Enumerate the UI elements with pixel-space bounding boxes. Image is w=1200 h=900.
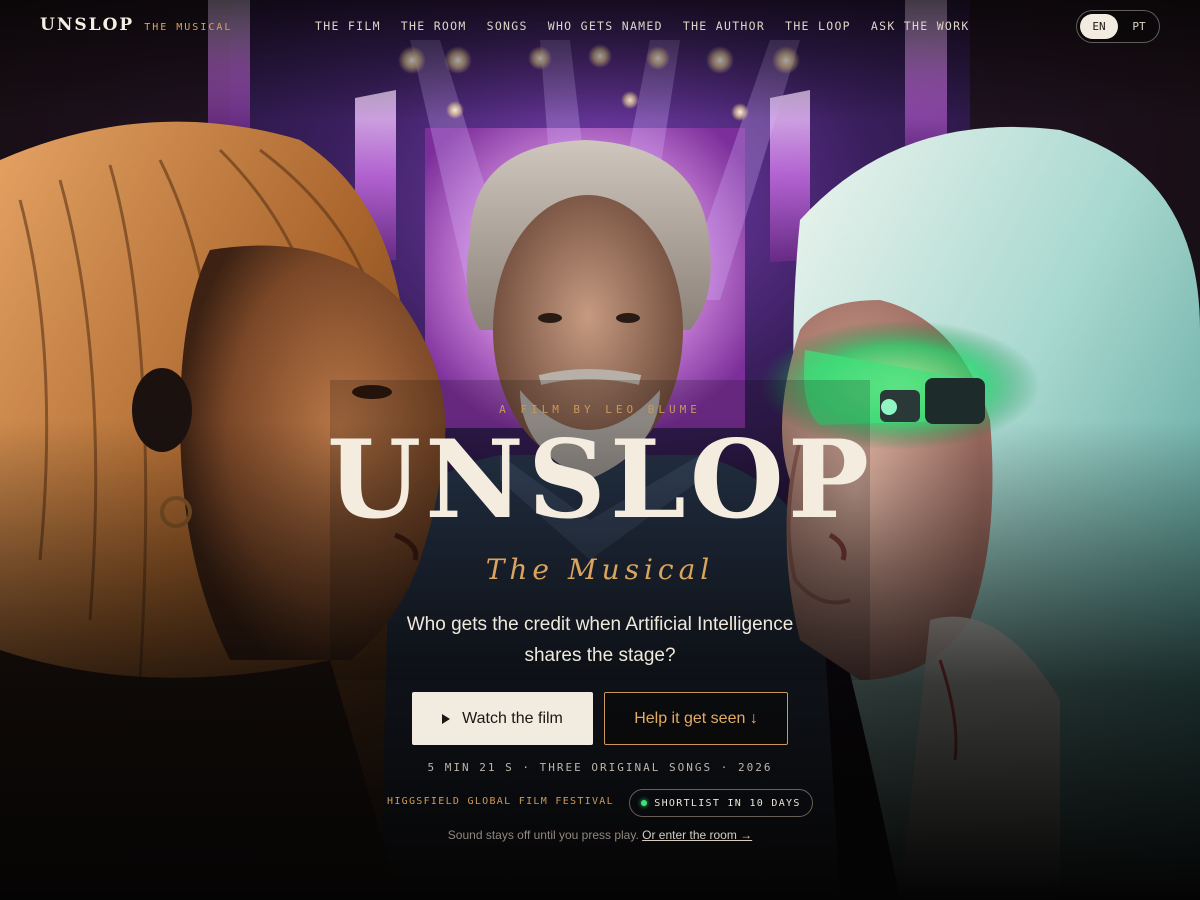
help-get-seen-button[interactable]: Help it get seen ↓	[604, 692, 788, 745]
sound-note-text: Sound stays off until you press play.	[447, 828, 639, 842]
hero-subtitle: The Musical	[485, 553, 715, 586]
live-dot-icon	[641, 800, 648, 806]
hero-title: UNSLOP	[326, 417, 874, 543]
shortlist-badge: SHORTLIST IN 10 DAYS	[629, 789, 813, 817]
watch-film-label: Watch the film	[462, 709, 563, 727]
hero-section: A FILM BY LEO BLUME UNSLOP The Musical W…	[0, 0, 1200, 900]
hero-tagline: Who gets the credit when Artificial Inte…	[406, 614, 794, 666]
sound-note: Sound stays off until you press play. Or…	[0, 828, 1200, 842]
play-icon	[442, 713, 451, 724]
festival-name: HIGGSFIELD GLOBAL FILM FESTIVAL	[387, 796, 614, 807]
help-get-seen-label: Help it get seen ↓	[634, 709, 758, 727]
film-meta: 5 MIN 21 S · THREE ORIGINAL SONGS · 2026	[427, 761, 773, 774]
shortlist-status: SHORTLIST IN 10 DAYS	[654, 797, 801, 809]
enter-room-link[interactable]: Or enter the room →	[642, 828, 752, 842]
watch-film-button[interactable]: Watch the film	[412, 692, 593, 745]
